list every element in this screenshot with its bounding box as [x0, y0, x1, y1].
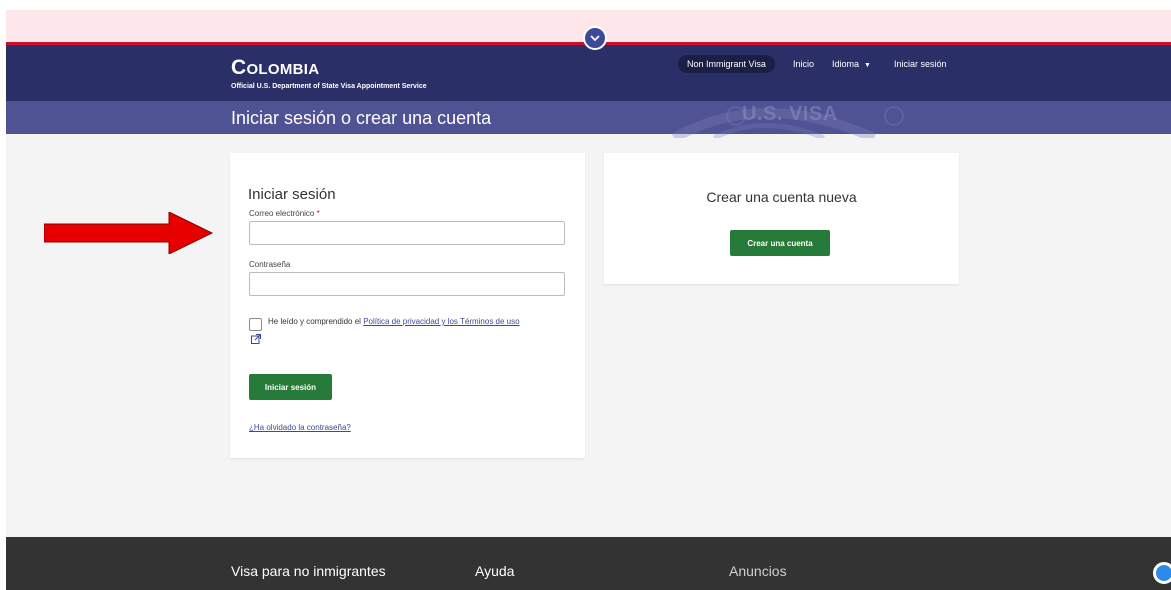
- banner-toggle-button[interactable]: [583, 26, 607, 50]
- login-heading: Iniciar sesión: [248, 186, 336, 203]
- footer-announcements[interactable]: Anuncios: [729, 563, 787, 579]
- create-account-button[interactable]: Crear una cuenta: [730, 230, 830, 256]
- password-input[interactable]: [249, 272, 565, 296]
- consent-prefix: He leído y comprendido el: [268, 317, 361, 326]
- login-submit-button[interactable]: Iniciar sesión: [249, 374, 332, 400]
- email-label: Correo electrónico *: [249, 209, 320, 218]
- page-title: Iniciar sesión o crear una cuenta: [231, 108, 492, 128]
- consent-text: He leído y comprendido el Política de pr…: [268, 317, 520, 326]
- nav-language-dropdown[interactable]: Idioma ▼: [832, 55, 871, 75]
- nav-language-label: Idioma: [832, 59, 860, 69]
- visa-seal-watermark: U.S. VISA: [654, 98, 954, 138]
- red-arrow-annotation: [44, 212, 214, 254]
- new-account-heading: Crear una cuenta nueva: [706, 189, 857, 205]
- forgot-password-link[interactable]: ¿Ha olvidado la contraseña?: [249, 423, 351, 432]
- help-chat-icon[interactable]: [1153, 562, 1171, 584]
- email-input[interactable]: [249, 221, 565, 245]
- footer: [6, 537, 1171, 590]
- chevron-down-icon: [590, 35, 600, 42]
- email-label-text: Correo electrónico: [249, 209, 315, 218]
- nav-non-immigrant-visa[interactable]: Non Immigrant Visa: [678, 55, 775, 73]
- required-mark: *: [316, 209, 320, 218]
- footer-help[interactable]: Ayuda: [475, 563, 514, 579]
- external-link-icon[interactable]: [251, 334, 261, 344]
- password-label: Contraseña: [249, 260, 291, 269]
- navbar: [6, 45, 1171, 101]
- seal-text: U.S. VISA: [742, 103, 838, 125]
- footer-nonimmigrant-visa[interactable]: Visa para no inmigrantes: [231, 563, 386, 579]
- nav-home-link[interactable]: Inicio: [793, 55, 814, 73]
- page-frame: Colombia Official U.S. Department of Sta…: [6, 10, 1171, 590]
- brand-subtitle: Official U.S. Department of State Visa A…: [231, 83, 427, 90]
- nav-signin-link[interactable]: Iniciar sesión: [894, 55, 947, 73]
- new-account-card: Crear una cuenta nueva: [604, 153, 959, 284]
- login-card: Iniciar sesión: [230, 153, 585, 458]
- page-title-bar: [6, 101, 1171, 134]
- consent-checkbox[interactable]: [249, 318, 262, 331]
- brand-title[interactable]: Colombia: [231, 56, 319, 80]
- caret-down-icon: ▼: [864, 62, 871, 69]
- privacy-terms-link[interactable]: Política de privacidad y los Términos de…: [363, 317, 519, 326]
